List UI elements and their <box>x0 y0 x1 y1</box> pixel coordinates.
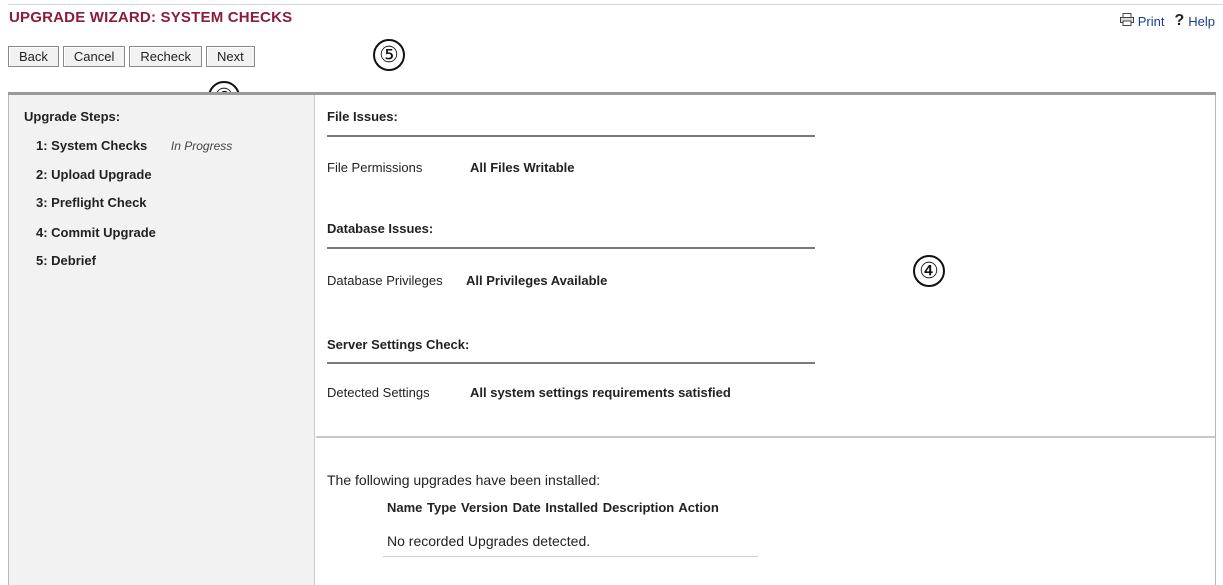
file-issues-title: File Issues: <box>327 109 398 124</box>
upgrades-table-rule <box>383 556 758 557</box>
step-label: 3: Preflight Check <box>36 195 147 210</box>
step-label: 4: Commit Upgrade <box>36 225 156 240</box>
header-links: Print ? Help <box>1119 12 1215 30</box>
step-status: In Progress <box>170 139 233 153</box>
callout-marker: ⑤ <box>373 39 405 71</box>
check-label: File Permissions <box>327 160 423 175</box>
help-label: Help <box>1188 13 1215 29</box>
back-button[interactable]: Back <box>8 46 59 67</box>
printer-icon <box>1119 13 1134 29</box>
check-value: All Files Writable <box>470 160 575 175</box>
step-item: 1: System Checks In Progress <box>36 138 232 153</box>
recheck-button[interactable]: Recheck <box>129 46 202 67</box>
print-link[interactable]: Print <box>1119 12 1165 30</box>
check-label: Detected Settings <box>327 385 430 400</box>
step-label: 1: System Checks <box>36 138 148 153</box>
step-item: 3: Preflight Check <box>36 195 147 210</box>
upgrades-table-header: Name Type Version Date Installed Descrip… <box>387 500 719 515</box>
page-title: UPGRADE WIZARD: SYSTEM CHECKS <box>9 9 293 26</box>
installed-upgrades-intro: The following upgrades have been install… <box>327 472 601 488</box>
check-value: All Privileges Available <box>466 273 608 288</box>
database-privileges-row: Database Privileges All Privileges Availa… <box>327 273 607 288</box>
upgrades-empty-message: No recorded Upgrades detected. <box>387 533 591 549</box>
help-link[interactable]: ? Help <box>1174 12 1215 30</box>
cancel-button[interactable]: Cancel <box>62 46 126 67</box>
check-label: Database Privileges <box>327 273 443 288</box>
step-item: 4: Commit Upgrade <box>36 225 156 240</box>
step-item: 2: Upload Upgrade <box>36 167 152 182</box>
database-issues-title: Database Issues: <box>327 221 434 236</box>
sidebar-title: Upgrade Steps: <box>24 109 121 124</box>
section-divider <box>327 362 815 364</box>
file-permissions-row: File Permissions All Files Writable <box>327 160 575 175</box>
next-button[interactable]: Next <box>205 46 255 67</box>
check-value: All system settings requirements satisfi… <box>470 385 731 400</box>
print-label: Print <box>1137 13 1165 29</box>
panel-divider <box>316 436 1215 438</box>
top-divider <box>8 4 1223 5</box>
step-label: 2: Upload Upgrade <box>36 167 152 182</box>
callout-marker: ④ <box>913 255 945 287</box>
step-item: 5: Debrief <box>36 253 96 268</box>
step-label: 5: Debrief <box>36 253 96 268</box>
upgrade-steps-sidebar: Upgrade Steps: 1: System Checks In Progr… <box>9 95 315 585</box>
wizard-toolbar: Back Cancel Recheck Next <box>8 46 255 67</box>
section-divider <box>327 135 815 137</box>
question-mark-icon: ? <box>1174 12 1185 29</box>
server-settings-title: Server Settings Check: <box>327 337 470 352</box>
section-divider <box>327 247 815 249</box>
detected-settings-row: Detected Settings All system settings req… <box>327 385 731 400</box>
